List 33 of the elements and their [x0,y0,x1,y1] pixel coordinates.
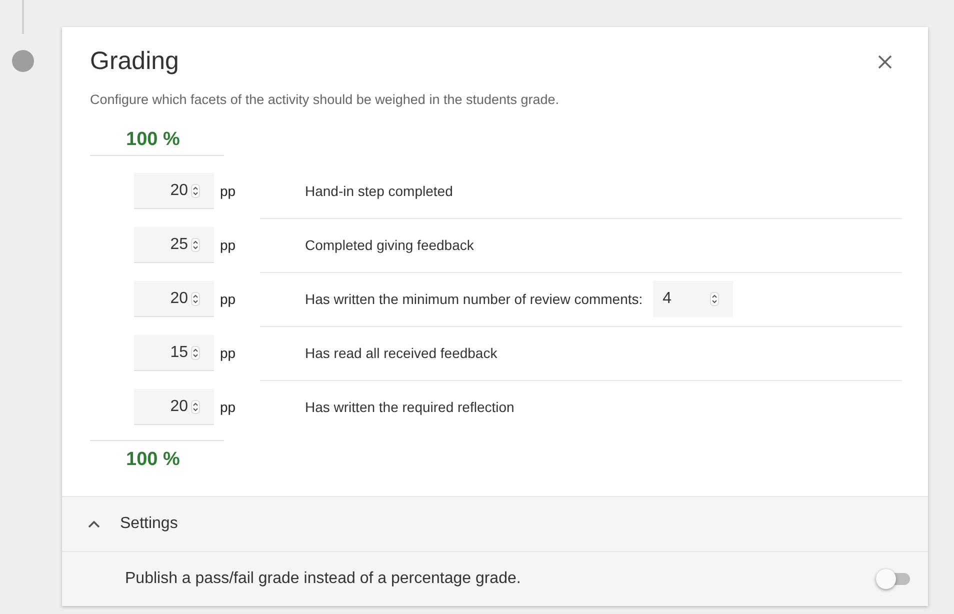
card-title: Grading [90,47,179,76]
facet-label: Has written the minimum number of review comments: [305,290,643,306]
toggle-switch[interactable] [876,569,910,589]
unit-label: pp [219,345,237,361]
facet-label: Has read all received feedback [305,344,498,360]
description: Configure which facets of the activity should be weighed in the students grade. [90,92,560,107]
points-field[interactable]: 15 [134,335,214,371]
settings-header[interactable]: Settings [62,496,928,552]
settings-title: Settings [120,515,178,533]
stepper-icon[interactable] [191,292,200,306]
stepper-icon[interactable] [191,346,200,360]
unit-label: pp [219,183,237,199]
points-field[interactable]: 25 [134,227,214,263]
close-button[interactable] [876,52,894,70]
facet-label: Completed giving feedback [305,236,474,252]
timeline-dot [12,50,34,72]
stepper-icon[interactable] [191,400,200,414]
points-field[interactable]: 20 [134,281,214,317]
points-field[interactable]: 20 [134,389,214,425]
stepper-icon[interactable] [191,238,200,252]
option-label: Publish a pass/fail grade instead of a percentage grade. [125,570,521,588]
facet-label: Has written the required reflection [305,399,514,415]
unit-label: pp [219,399,237,415]
unit-label: pp [219,291,237,307]
stepper-icon[interactable] [710,292,719,306]
points-field[interactable]: 20 [134,173,214,209]
stepper-icon[interactable] [191,184,200,198]
total-percentage: 100 % [90,440,224,471]
chevron-icon [88,520,100,528]
facet-label: Hand-in step completed [305,182,453,198]
comment-count-field[interactable]: 4 [652,280,733,316]
unit-label: pp [219,237,237,253]
total-percentage: 100 % [90,129,224,156]
